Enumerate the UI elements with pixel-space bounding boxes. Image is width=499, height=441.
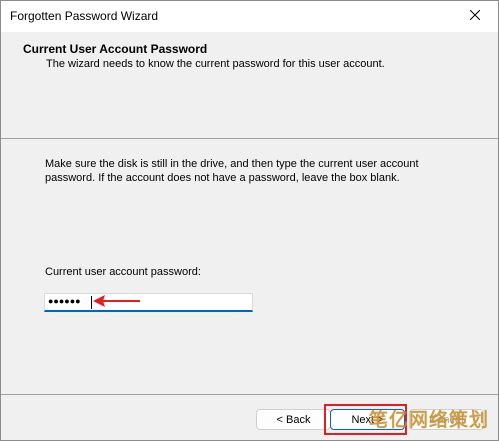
wizard-window: Forgotten Password Wizard Current User A… <box>0 0 499 441</box>
password-field-label: Current user account password: <box>45 266 201 278</box>
window-title: Forgotten Password Wizard <box>10 9 159 23</box>
page-subtitle: The wizard needs to know the current pas… <box>46 58 385 70</box>
wizard-header: Current User Account Password The wizard… <box>1 32 498 138</box>
back-button[interactable]: < Back <box>256 409 331 430</box>
page-title: Current User Account Password <box>23 42 208 56</box>
annotation-arrow-icon <box>93 294 141 311</box>
instructions-text: Make sure the disk is still in the drive… <box>45 158 419 184</box>
password-input[interactable]: ●●●●●● <box>44 293 253 312</box>
text-caret <box>91 296 92 309</box>
header-divider <box>1 138 498 139</box>
close-button[interactable] <box>452 1 498 32</box>
close-icon <box>469 9 481 23</box>
footer-divider <box>1 394 498 395</box>
watermark-text: 笔亿网络策划 <box>369 409 490 431</box>
password-masked-value: ●●●●●● <box>48 296 81 306</box>
title-bar: Forgotten Password Wizard <box>1 1 498 32</box>
